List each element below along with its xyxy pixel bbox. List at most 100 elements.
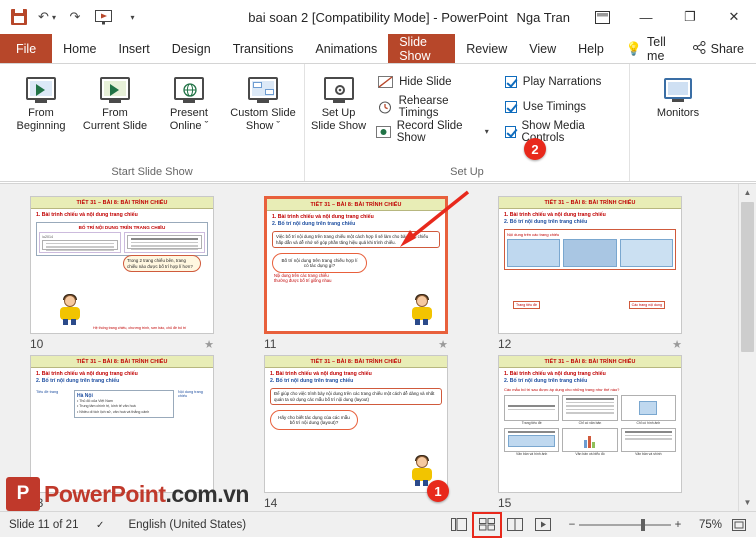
- user-account[interactable]: Nga Tran: [507, 10, 580, 25]
- logo-letter: P: [16, 483, 30, 504]
- play-narrations-checkbox[interactable]: Play Narrations: [501, 69, 621, 94]
- rehearse-timings-button[interactable]: Rehearse Timings: [372, 94, 493, 119]
- tab-view[interactable]: View: [518, 34, 567, 63]
- slide-line-1: 1. Bài trình chiếu và nội dung trang chi…: [272, 214, 374, 220]
- slide-sorter-view-button[interactable]: [471, 511, 502, 538]
- slide-thumbnail-13[interactable]: TIẾT 31 – BÀI 8: BÀI TRÌNH CHIẾU 1. Bài …: [30, 355, 214, 493]
- rehearse-timings-icon: [376, 100, 394, 114]
- tab-animations[interactable]: Animations: [304, 34, 388, 63]
- normal-view-button[interactable]: [446, 514, 472, 536]
- slide-number: 10: [30, 337, 44, 351]
- ribbon-display-options-button[interactable]: [580, 0, 624, 34]
- zoom-out-button[interactable]: −: [565, 519, 579, 531]
- tab-file[interactable]: File: [0, 34, 53, 63]
- layout-caption: Văn bản và biểu đồ: [575, 452, 605, 457]
- callout-badge-2: 2: [524, 138, 546, 160]
- from-current-slide-button[interactable]: From Current Slide: [78, 67, 152, 136]
- tell-me-box[interactable]: 💡 Tell me: [615, 34, 681, 63]
- slide-line-1: 1. Bài trình chiếu và nội dung trang chi…: [504, 212, 606, 218]
- checkbox-icon: [504, 100, 517, 113]
- close-button[interactable]: ✕: [712, 0, 756, 34]
- animation-star-icon[interactable]: ★: [204, 338, 214, 351]
- slide-cell-11[interactable]: TIẾT 31 – BÀI 8: BÀI TRÌNH CHIẾU 1. Bài …: [264, 196, 478, 351]
- slide-line-1: 1. Bài trình chiếu và nội dung trang chi…: [270, 371, 372, 377]
- from-beginning-icon: [26, 71, 56, 105]
- scrollbar-thumb[interactable]: [741, 202, 754, 352]
- fit-to-window-button[interactable]: [728, 515, 750, 535]
- slide-line-2: 2. Bố trí nội dung trên trang chiếu: [272, 221, 356, 228]
- record-slide-show-icon: [376, 125, 392, 138]
- slide-thumbnail-14[interactable]: TIẾT 31 – BÀI 8: BÀI TRÌNH CHIẾU 1. Bài …: [264, 355, 448, 493]
- hide-slide-button[interactable]: Hide Slide: [372, 69, 493, 94]
- cartoon-boy: [409, 294, 435, 325]
- slide-meta-15: 15: [498, 493, 682, 510]
- zoom-knob[interactable]: [640, 518, 645, 531]
- layout-caption: Trang tiêu đề: [521, 421, 542, 426]
- animation-star-icon[interactable]: ★: [672, 338, 682, 351]
- slide-cell-15[interactable]: TIẾT 31 – BÀI 8: BÀI TRÌNH CHIẾU 1. Bài …: [498, 355, 712, 510]
- undo-button[interactable]: ↶ ▾: [34, 4, 60, 30]
- slide-cell-12[interactable]: TIẾT 31 – BÀI 8: BÀI TRÌNH CHIẾU 1. Bài …: [498, 196, 712, 351]
- zoom-track[interactable]: [578, 518, 671, 531]
- tab-slide-show[interactable]: Slide Show: [388, 34, 456, 63]
- tab-design[interactable]: Design: [161, 34, 222, 63]
- share-button[interactable]: Share: [681, 34, 756, 63]
- save-button[interactable]: [6, 4, 32, 30]
- zoom-level[interactable]: 75%: [693, 512, 728, 538]
- slide-thumbnail-15[interactable]: TIẾT 31 – BÀI 8: BÀI TRÌNH CHIẾU 1. Bài …: [498, 355, 682, 493]
- app-name: PowerPoint: [441, 9, 508, 25]
- show-media-controls-checkbox[interactable]: Show Media Controls: [501, 119, 621, 144]
- close-icon: ✕: [728, 9, 740, 24]
- slide-header: TIẾT 31 – BÀI 8: BÀI TRÌNH CHIẾU: [499, 356, 681, 368]
- slide-line-2: 2. Bố trí nội dung trên trang chiếu: [504, 219, 588, 226]
- slide-meta-14: 14: [264, 493, 448, 510]
- animation-star-icon[interactable]: ★: [438, 338, 448, 351]
- slide-header: TIẾT 31 – BÀI 8: BÀI TRÌNH CHIẾU: [31, 356, 213, 368]
- slide-indicator[interactable]: Slide 11 of 21: [0, 512, 87, 538]
- reading-view-button[interactable]: [502, 514, 528, 536]
- watermark-text: PowerPoint.com.vn: [44, 481, 249, 508]
- from-beginning-button[interactable]: From Beginning: [4, 67, 78, 136]
- set-up-slide-show-button[interactable]: Set Up Slide Show: [309, 67, 368, 146]
- slide-callout: Trong 2 trang chiếu bên, trang chiếu nào…: [123, 255, 201, 273]
- custom-slide-show-button[interactable]: Custom Slide Show ˇ: [226, 67, 300, 136]
- zoom-in-button[interactable]: +: [671, 519, 685, 531]
- start-presentation-button[interactable]: [90, 4, 116, 30]
- present-online-button[interactable]: Present Online ˇ: [152, 67, 226, 136]
- tab-transitions[interactable]: Transitions: [222, 34, 305, 63]
- slide-meta-12: 12 ★: [498, 334, 682, 351]
- record-slide-show-button[interactable]: Record Slide Show ▾: [372, 119, 493, 144]
- tab-home[interactable]: Home: [52, 34, 107, 63]
- use-timings-checkbox[interactable]: Use Timings: [501, 94, 621, 119]
- slide-sorter-icon: [478, 518, 495, 531]
- ribbon-tab-bar: File Home Insert Design Transitions Anim…: [0, 34, 756, 64]
- slide-thumbnail-11[interactable]: TIẾT 31 – BÀI 8: BÀI TRÌNH CHIẾU 1. Bài …: [264, 196, 448, 334]
- spell-check-icon[interactable]: ✓: [87, 512, 119, 538]
- scroll-up-arrow[interactable]: ▲: [739, 184, 756, 201]
- tab-review[interactable]: Review: [455, 34, 518, 63]
- slide-thumbnail-12[interactable]: TIẾT 31 – BÀI 8: BÀI TRÌNH CHIẾU 1. Bài …: [498, 196, 682, 334]
- slide-cloud-callout: Hãy cho biết tác dụng của các mẫu bố trí…: [270, 410, 358, 431]
- watermark-brand: PowerPoint: [44, 480, 166, 507]
- customize-qat-button[interactable]: ▾: [118, 4, 144, 30]
- slide-content-box: Việc bố trí nội dung trên trang chiếu mộ…: [272, 231, 440, 249]
- slide-show-icon: [534, 518, 551, 531]
- vertical-scrollbar[interactable]: ▲ ▼: [738, 184, 756, 511]
- slide-sorter-grid: TIẾT 31 – BÀI 8: BÀI TRÌNH CHIẾU 1. Bài …: [0, 184, 738, 511]
- slide-thumbnail-10[interactable]: TIẾT 31 – BÀI 8: BÀI TRÌNH CHIẾU 1. Bài …: [30, 196, 214, 334]
- scroll-down-arrow[interactable]: ▼: [739, 494, 756, 511]
- slide-show-view-button[interactable]: [530, 514, 556, 536]
- language-indicator[interactable]: English (United States): [119, 512, 255, 538]
- redo-button[interactable]: ↷: [62, 4, 88, 30]
- chevron-down-icon: ▾: [484, 127, 489, 136]
- minimize-button[interactable]: —: [624, 0, 668, 34]
- monitors-button[interactable]: Monitors: [641, 67, 715, 124]
- tab-help[interactable]: Help: [567, 34, 615, 63]
- group-label-set-up: Set Up: [450, 166, 484, 178]
- slide-cell-10[interactable]: TIẾT 31 – BÀI 8: BÀI TRÌNH CHIẾU 1. Bài …: [30, 196, 244, 351]
- tab-insert[interactable]: Insert: [108, 34, 161, 63]
- layout-caption: Văn bản và hình ảnh: [516, 452, 548, 457]
- group-label-monitors: [630, 178, 726, 181]
- zoom-slider[interactable]: − +: [565, 518, 685, 531]
- restore-button[interactable]: ❐: [668, 0, 712, 34]
